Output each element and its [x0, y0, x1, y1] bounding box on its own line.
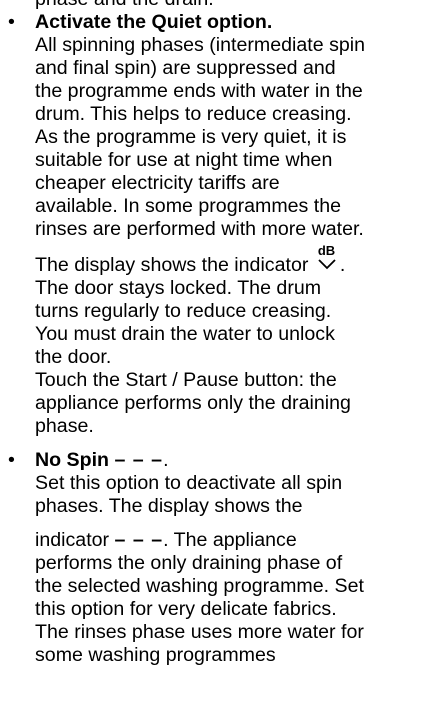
- top-cut-text: phase and the drain.: [35, 0, 417, 11]
- no-spin-line: performs the only draining phase of: [35, 552, 343, 574]
- quiet-line: As the programme is very quiet, it is: [35, 126, 347, 148]
- manual-page: phase and the drain. • Activate the Quie…: [0, 0, 421, 667]
- no-spin-indicator: – – –: [114, 529, 164, 551]
- quiet-line: the door.: [35, 346, 112, 368]
- quiet-option-item: • Activate the Quiet option. All spinnin…: [0, 11, 421, 438]
- no-spin-line: this option for very delicate fabrics.: [35, 598, 337, 620]
- bullet-point: •: [8, 449, 15, 471]
- no-spin-line: the selected washing programme. Set: [35, 575, 364, 597]
- quiet-line: suitable for use at night time when: [35, 149, 333, 171]
- quiet-line: cheaper electricity tariffs are: [35, 172, 280, 194]
- no-spin-title-line: No Spin – – –.: [35, 449, 417, 472]
- display-suffix: .: [339, 254, 346, 276]
- no-spin-title-suffix: .: [163, 449, 169, 471]
- quiet-line: All spinning phases (intermediate spin: [35, 34, 366, 56]
- no-spin-title: No Spin: [35, 449, 110, 471]
- no-spin-line: some washing programmes: [35, 644, 276, 666]
- no-spin-indicator: – – –: [114, 449, 164, 471]
- no-spin-option-item: • No Spin – – –. Set this option to deac…: [0, 449, 421, 667]
- indicator-prefix: indicator: [35, 529, 110, 551]
- cut-off-line: phase and the drain.: [0, 0, 421, 11]
- display-indicator-line: The display shows the indicator dB .: [35, 244, 417, 277]
- quiet-line: turns regularly to reduce creasing.: [35, 300, 332, 322]
- no-spin-line: phases. The display shows the: [35, 495, 303, 517]
- quiet-option-title: Activate the Quiet option.: [35, 11, 273, 33]
- quiet-line: Touch the Start / Pause button: the: [35, 369, 337, 391]
- no-spin-indicator-line: indicator – – –. The appliance: [35, 529, 417, 552]
- quiet-line: You must drain the water to unlock: [35, 323, 335, 345]
- quiet-line: and final spin) are suppressed and: [35, 57, 336, 79]
- quiet-line: drum. This helps to reduce creasing.: [35, 103, 352, 125]
- db-icon-label: dB: [317, 243, 336, 258]
- quiet-line: the programme ends with water in the: [35, 80, 363, 102]
- no-spin-line: The rinses phase uses more water for: [35, 621, 364, 643]
- db-quiet-icon: dB: [316, 244, 340, 274]
- quiet-line: available. In some programmes the: [35, 195, 342, 217]
- quiet-line: phase.: [35, 415, 94, 437]
- quiet-line: appliance performs only the draining: [35, 392, 351, 414]
- display-prefix: The display shows the indicator: [35, 254, 309, 276]
- quiet-line: The door stays locked. The drum: [35, 277, 322, 299]
- no-spin-line: Set this option to deactivate all spin: [35, 472, 343, 494]
- bullet-point: •: [8, 11, 15, 33]
- indicator-suffix: . The appliance: [163, 529, 297, 551]
- chevron-down-icon: [318, 259, 336, 270]
- quiet-line: rinses are performed with more water.: [35, 218, 364, 240]
